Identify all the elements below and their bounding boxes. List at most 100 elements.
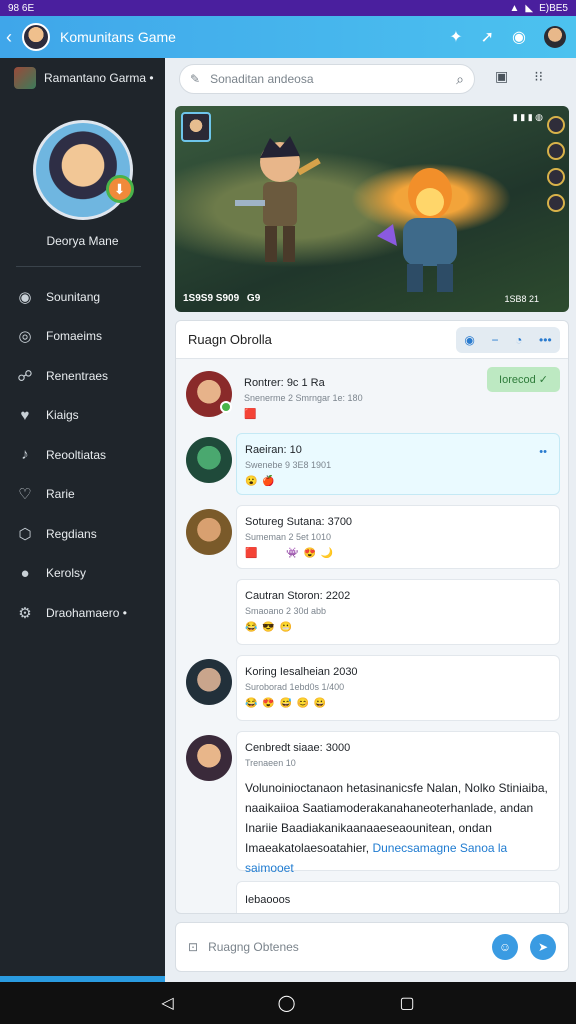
game-banner[interactable]: ▮ ▮ ▮ ◍ 1S9S9 S909 G9 1SB8 21 <box>175 106 569 312</box>
message-bubble: Iebaooos <box>236 881 560 913</box>
message-bubble: Cenbredt siaae: 3000 Trenaeen 10 Volunoi… <box>236 731 560 875</box>
message-emoji: 😮 🍎 <box>245 476 276 487</box>
search-icon[interactable]: ⌕ <box>456 71 464 88</box>
sidebar-item-7[interactable]: ● Kerolsy <box>0 554 165 594</box>
attach-icon[interactable]: ⊡ <box>188 940 198 954</box>
message-bubble: Rontrer: 9c 1 Ra Snenerme 2 Smrngar 1e: … <box>236 367 560 425</box>
side-avatar[interactable] <box>547 116 565 134</box>
message-avatar[interactable] <box>186 371 232 417</box>
battery-text: E)BE5 <box>539 2 568 14</box>
message-link[interactable]: Dunecsamagne <box>372 841 456 855</box>
app-title: Komunitans Game <box>60 29 176 45</box>
status-badge[interactable]: Iorecod ✓ <box>487 367 560 392</box>
settings-icon: ⚙ <box>18 604 32 622</box>
nav-back-icon[interactable]: ◁ <box>161 993 173 1013</box>
minus-icon[interactable]: − <box>491 333 498 347</box>
message-meta: Snenerme 2 Smrngar 1e: 180 <box>244 393 363 403</box>
composer-actions: ☺ ➤ <box>492 934 556 960</box>
sidebar-item-1[interactable]: ◎ Fomaeims <box>0 317 165 357</box>
sender-name: Koring Iesalheian <box>245 666 331 678</box>
user-avatar[interactable] <box>544 26 566 48</box>
sidebar-item-label: Rarie <box>46 487 75 502</box>
gamepad-icon[interactable]: ✦ <box>449 27 462 47</box>
main-toolbar: ▣ ⁝⁝ <box>495 68 543 85</box>
pen-icon: ✎ <box>190 72 201 86</box>
home-icon: ◉ <box>18 288 32 306</box>
community-avatar[interactable] <box>22 23 50 51</box>
sidebar-item-8[interactable]: ⚙ Draohamaero • <box>0 593 165 633</box>
message-time: 9c 1 Ra <box>286 377 325 389</box>
message-bubble: Raeiran: 10 Swenebe 9 3E8 1901 😮 🍎 •• <box>236 433 560 495</box>
notification-icon[interactable]: ◉ <box>512 27 526 47</box>
message-meta: Trenaeen 10 <box>245 758 296 768</box>
search-input[interactable]: ✎ Sonaditan andeosa ⌕ <box>179 64 475 94</box>
profile-avatar[interactable]: ⬇ <box>32 120 134 220</box>
message-avatar[interactable] <box>186 735 232 781</box>
status-bar: 98 6E ▲ ◣ E)BE5 <box>0 0 576 16</box>
side-avatar[interactable] <box>547 168 565 186</box>
message-avatar[interactable] <box>186 659 232 705</box>
wifi-icon: ▲ <box>509 2 520 14</box>
more-icon[interactable]: ⁝⁝ <box>534 68 543 85</box>
sidebar-header[interactable]: Ramantano Garma • <box>0 58 165 98</box>
nav-recent-icon[interactable]: ▢ <box>400 993 415 1013</box>
signal-icon: ◣ <box>525 2 534 14</box>
appbar-actions: ✦ ➚ ◉ <box>449 26 576 48</box>
emoji-button[interactable]: ☺ <box>492 934 518 960</box>
rocket-icon[interactable]: ➚ <box>481 27 494 47</box>
message-bubble: Sotureg Sutana: 3700 Sumeman 2 5et 1010 … <box>236 505 560 569</box>
message-emoji: 😂 😎 😬 <box>245 622 293 633</box>
arrow-left-icon[interactable]: ‹ <box>6 28 20 46</box>
sidebar-item-label: Renentraes <box>46 368 109 383</box>
message-avatar[interactable] <box>186 437 232 483</box>
sidebar-item-label: Sounitang <box>46 289 101 304</box>
sidebar-item-label: Draohamaero • <box>46 605 127 620</box>
player-mini-avatar <box>181 112 211 142</box>
clock-icon[interactable]: ◔ <box>515 333 522 347</box>
divider <box>16 266 141 267</box>
sender-name: Rontrer: <box>244 377 284 389</box>
status-right: ▲ ◣ E)BE5 <box>509 3 568 14</box>
message-time: 2030 <box>333 666 358 678</box>
nav-home-icon[interactable]: ◯ <box>278 993 296 1013</box>
banner-count: 1SB8 21 <box>504 294 539 304</box>
sidebar-item-5[interactable]: ♡ Rarie <box>0 475 165 515</box>
people-icon: ☍ <box>17 367 33 385</box>
profile-card: ⬇ Deorya Mane <box>0 98 165 248</box>
monster-character-image <box>377 168 457 292</box>
chat-icon: ◎ <box>18 328 32 346</box>
hero-character-image <box>235 136 321 262</box>
sidebar-item-4[interactable]: ♪ Reooltiatas <box>0 435 165 475</box>
message-meta: Swenebe 9 3E8 1901 <box>245 460 332 470</box>
ellipsis-icon[interactable]: ••• <box>539 333 552 347</box>
sidebar-item-0[interactable]: ◉ Sounitang <box>0 277 165 317</box>
refresh-icon[interactable]: ◉ <box>464 333 474 347</box>
bookmark-icon[interactable]: ▣ <box>495 68 508 85</box>
more-icon[interactable]: •• <box>539 446 547 458</box>
chat-room-card: Ruagn Obrolla ◉ − ◔ ••• Rontrer: 9c 1 Ra… <box>175 320 569 914</box>
side-avatar[interactable] <box>547 194 565 212</box>
composer-placeholder: Ruagng Obtenes <box>208 940 299 954</box>
message-time: 2202 <box>325 590 351 602</box>
message-body: Volunoinioctanaon hetasinanicsfe Nalan, … <box>245 778 551 878</box>
message-bubble: Koring Iesalheian 2030 Suroborad 1ebd0s … <box>236 655 560 721</box>
user-icon: ● <box>20 564 30 582</box>
profile-name: Deorya Mane <box>46 234 119 248</box>
shield-icon: ♡ <box>18 486 32 504</box>
banner-side-avatars <box>547 116 565 212</box>
sidebar-item-2[interactable]: ☍ Renentraes <box>0 356 165 396</box>
heart-icon: ♥ <box>20 406 30 424</box>
online-indicator <box>220 401 232 413</box>
sidebar-item-3[interactable]: ♥ Kiaigs <box>0 396 165 436</box>
sidebar-item-6[interactable]: ⬡ Regdians <box>0 514 165 554</box>
message-composer[interactable]: ⊡ Ruagng Obtenes ☺ ➤ <box>175 922 569 972</box>
message-meta: Sumeman 2 5et 1010 <box>245 532 332 542</box>
send-button[interactable]: ➤ <box>530 934 556 960</box>
message-emoji: 😂 😍 😅 😊 😀 <box>245 698 328 709</box>
banner-hud-top: ▮ ▮ ▮ ◍ <box>512 112 543 122</box>
app-bar: ‹ Komunitans Game ✦ ➚ ◉ <box>0 16 576 58</box>
side-avatar[interactable] <box>547 142 565 160</box>
sidebar-title: Ramantano Garma • <box>44 71 154 85</box>
message-avatar[interactable] <box>186 509 232 555</box>
search-placeholder: Sonaditan andeosa <box>210 72 314 86</box>
